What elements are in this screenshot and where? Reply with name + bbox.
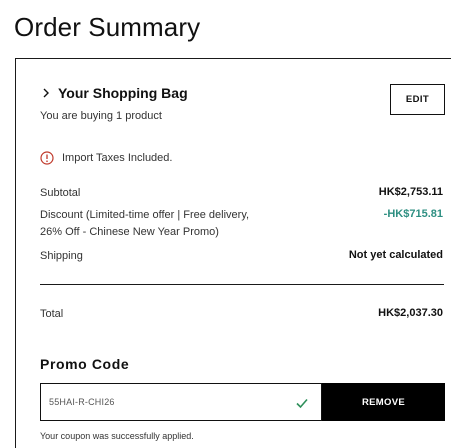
promo-code-title: Promo Code [40, 356, 130, 372]
discount-label-line-1: Discount (Limited-time offer | Free deli… [40, 209, 250, 221]
alert-circle-icon [40, 151, 54, 165]
shipping-label: Shipping [40, 250, 83, 262]
order-summary-panel: Your Shopping Bag You are buying 1 produ… [15, 58, 451, 448]
remove-promo-button[interactable]: REMOVE [322, 383, 445, 421]
shopping-bag-count: You are buying 1 product [40, 110, 162, 122]
import-tax-notice: Import Taxes Included. [40, 151, 172, 165]
shipping-value: Not yet calculated [348, 249, 443, 261]
summary-divider [40, 284, 444, 285]
subtotal-label: Subtotal [40, 187, 81, 199]
total-label: Total [40, 308, 64, 320]
promo-code-field [40, 383, 322, 421]
coupon-success-message: Your coupon was successfully applied. [40, 431, 194, 441]
total-value: HK$2,037.30 [378, 307, 443, 319]
promo-code-input[interactable] [49, 397, 289, 407]
shopping-bag-toggle[interactable]: Your Shopping Bag [40, 85, 188, 101]
page-title: Order Summary [14, 12, 201, 42]
discount-value: -HK$715.81 [383, 208, 443, 220]
import-tax-text: Import Taxes Included. [62, 152, 173, 164]
check-icon [295, 396, 309, 410]
subtotal-value: HK$2,753.11 [378, 186, 443, 198]
edit-button[interactable]: EDIT [390, 84, 445, 115]
shopping-bag-title: Your Shopping Bag [58, 85, 188, 101]
discount-label-line-2: 26% Off - Chinese New Year Promo) [40, 226, 219, 238]
chevron-right-icon [40, 87, 52, 99]
